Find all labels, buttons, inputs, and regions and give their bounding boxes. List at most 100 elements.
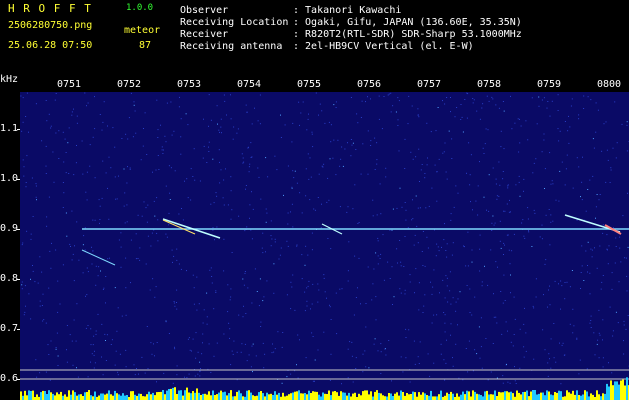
noise-dot bbox=[509, 199, 510, 201]
noise-dot bbox=[564, 282, 566, 283]
noise-dot bbox=[92, 136, 94, 138]
noise-dot bbox=[561, 344, 563, 346]
noise-dot bbox=[209, 269, 211, 271]
noise-dot bbox=[212, 158, 214, 160]
noise-dot bbox=[86, 267, 88, 269]
noise-dot bbox=[567, 130, 569, 132]
noise-dot bbox=[514, 122, 516, 124]
level-bar bbox=[604, 393, 606, 400]
level-bar bbox=[602, 393, 604, 400]
noise-dot bbox=[230, 288, 232, 290]
noise-dot bbox=[247, 287, 249, 289]
noise-dot bbox=[466, 92, 468, 94]
noise-dot bbox=[378, 95, 380, 97]
noise-dot bbox=[570, 105, 572, 107]
noise-dot bbox=[496, 198, 498, 200]
noise-dot bbox=[45, 173, 47, 174]
level-bar bbox=[534, 390, 536, 400]
noise-dot bbox=[482, 103, 484, 105]
noise-dot bbox=[62, 131, 64, 133]
noise-dot bbox=[607, 159, 609, 161]
level-bar bbox=[392, 396, 394, 400]
noise-dot bbox=[210, 372, 212, 373]
noise-dot bbox=[547, 362, 549, 364]
noise-dot bbox=[187, 197, 189, 199]
level-bar bbox=[262, 393, 264, 400]
level-bar bbox=[212, 390, 214, 400]
noise-dot bbox=[120, 266, 122, 268]
hrofft-screen: H R O F F T 1.0.0 2506280750.png meteor … bbox=[0, 0, 629, 400]
level-bar bbox=[304, 393, 306, 400]
level-bar bbox=[626, 377, 628, 400]
noise-dot bbox=[523, 235, 525, 237]
noise-dot bbox=[421, 251, 423, 252]
noise-dot bbox=[605, 121, 607, 123]
noise-dot bbox=[137, 214, 139, 216]
level-bar bbox=[60, 391, 62, 400]
noise-dot bbox=[355, 357, 357, 359]
noise-dot bbox=[25, 116, 27, 117]
noise-dot bbox=[94, 96, 95, 98]
noise-dot bbox=[598, 309, 600, 311]
noise-dot bbox=[397, 125, 399, 126]
noise-dot bbox=[354, 184, 356, 186]
noise-dot bbox=[150, 245, 152, 247]
noise-dot bbox=[436, 243, 438, 245]
noise-dot bbox=[615, 237, 617, 239]
level-bar bbox=[48, 390, 50, 400]
noise-dot bbox=[243, 305, 244, 307]
noise-dot bbox=[351, 144, 353, 146]
noise-dot bbox=[146, 326, 148, 327]
noise-dot bbox=[546, 107, 548, 109]
noise-dot bbox=[198, 303, 200, 305]
noise-dot bbox=[213, 308, 215, 310]
level-bar bbox=[254, 396, 256, 400]
noise-dot bbox=[587, 265, 588, 266]
noise-dot bbox=[76, 145, 77, 146]
noise-dot bbox=[590, 99, 592, 101]
noise-dot bbox=[290, 373, 292, 375]
noise-dot bbox=[230, 118, 232, 120]
level-bar bbox=[32, 390, 34, 400]
noise-dot bbox=[352, 208, 354, 210]
noise-dot bbox=[290, 308, 292, 310]
noise-dot bbox=[32, 216, 34, 217]
noise-dot bbox=[490, 371, 492, 373]
noise-dot bbox=[525, 332, 527, 334]
level-bar bbox=[354, 392, 356, 400]
level-bar bbox=[572, 390, 574, 400]
noise-dot bbox=[519, 118, 520, 120]
noise-dot bbox=[178, 213, 180, 215]
noise-dot bbox=[499, 240, 501, 242]
noise-dot bbox=[94, 350, 95, 352]
receiver-label: Receiver bbox=[180, 29, 229, 40]
level-bar bbox=[494, 390, 496, 400]
level-bar bbox=[574, 394, 576, 400]
noise-dot bbox=[22, 242, 24, 244]
noise-dot bbox=[445, 250, 447, 251]
noise-dot bbox=[362, 371, 364, 373]
noise-dot bbox=[555, 361, 557, 363]
noise-dot bbox=[329, 379, 331, 381]
noise-dot bbox=[595, 102, 597, 104]
noise-dot bbox=[405, 357, 407, 359]
level-bar bbox=[576, 390, 578, 400]
level-bar bbox=[614, 381, 616, 400]
level-bar bbox=[318, 394, 320, 400]
noise-dot bbox=[102, 289, 104, 290]
noise-dot bbox=[251, 345, 253, 347]
noise-dot bbox=[230, 190, 232, 192]
noise-dot bbox=[216, 342, 218, 344]
noise-dot bbox=[504, 300, 506, 301]
noise-dot bbox=[443, 151, 445, 153]
level-bar bbox=[332, 391, 334, 400]
noise-dot bbox=[101, 323, 103, 325]
noise-dot bbox=[81, 140, 83, 142]
noise-dot bbox=[601, 281, 603, 283]
noise-dot bbox=[262, 232, 264, 234]
noise-dot bbox=[437, 246, 439, 248]
noise-dot bbox=[107, 187, 108, 189]
noise-dot bbox=[91, 246, 92, 248]
noise-dot bbox=[452, 297, 454, 299]
level-bar bbox=[222, 392, 224, 400]
